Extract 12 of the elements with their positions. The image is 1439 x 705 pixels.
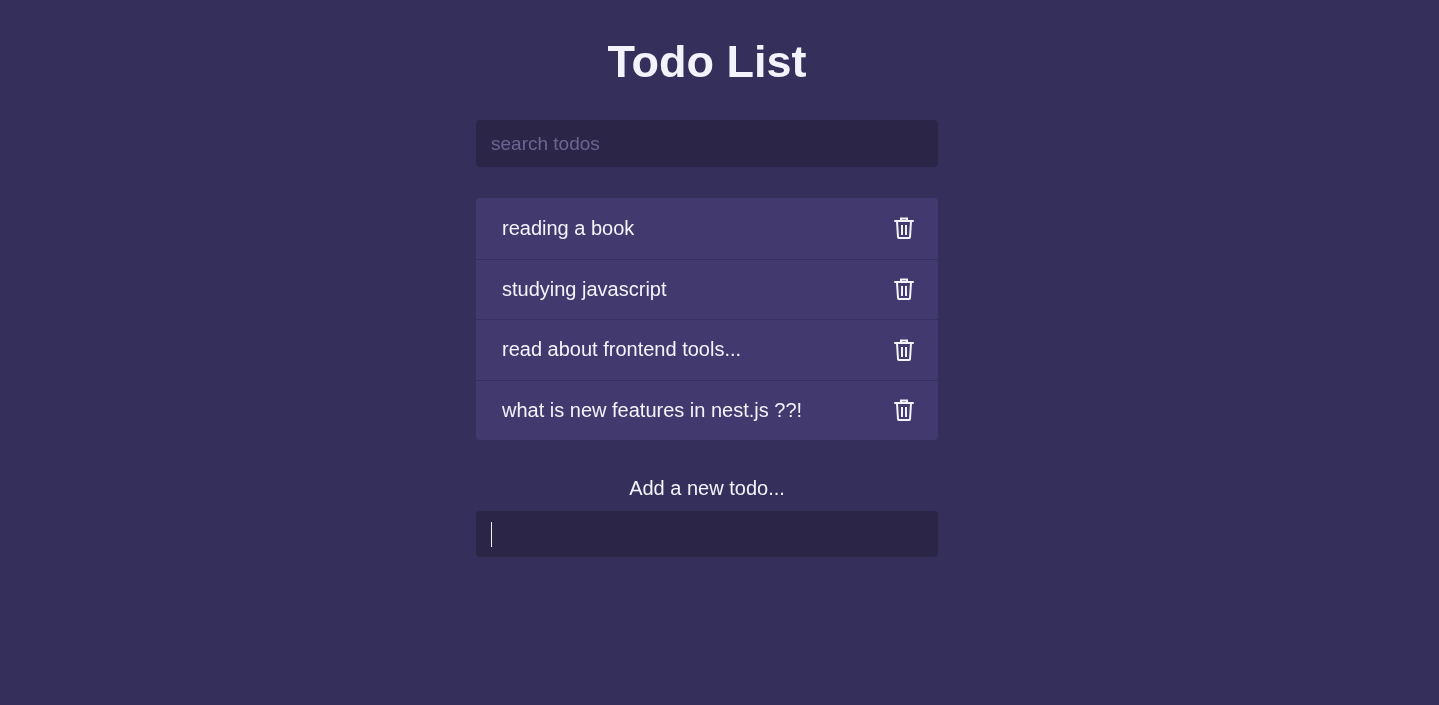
todo-text: studying javascript bbox=[502, 277, 667, 301]
trash-icon[interactable] bbox=[894, 338, 914, 361]
page-title: Todo List bbox=[607, 35, 807, 89]
todo-text: reading a book bbox=[502, 216, 635, 240]
add-todo-label: Add a new todo... bbox=[629, 476, 785, 500]
todo-text: what is new features in nest.js ??! bbox=[502, 398, 803, 422]
search-field[interactable]: search todos bbox=[476, 120, 938, 167]
trash-icon[interactable] bbox=[894, 399, 914, 422]
todo-text: read about frontend tools... bbox=[502, 338, 742, 362]
add-todo-field[interactable] bbox=[476, 511, 938, 557]
trash-icon[interactable] bbox=[894, 217, 914, 240]
trash-icon[interactable] bbox=[894, 278, 914, 301]
